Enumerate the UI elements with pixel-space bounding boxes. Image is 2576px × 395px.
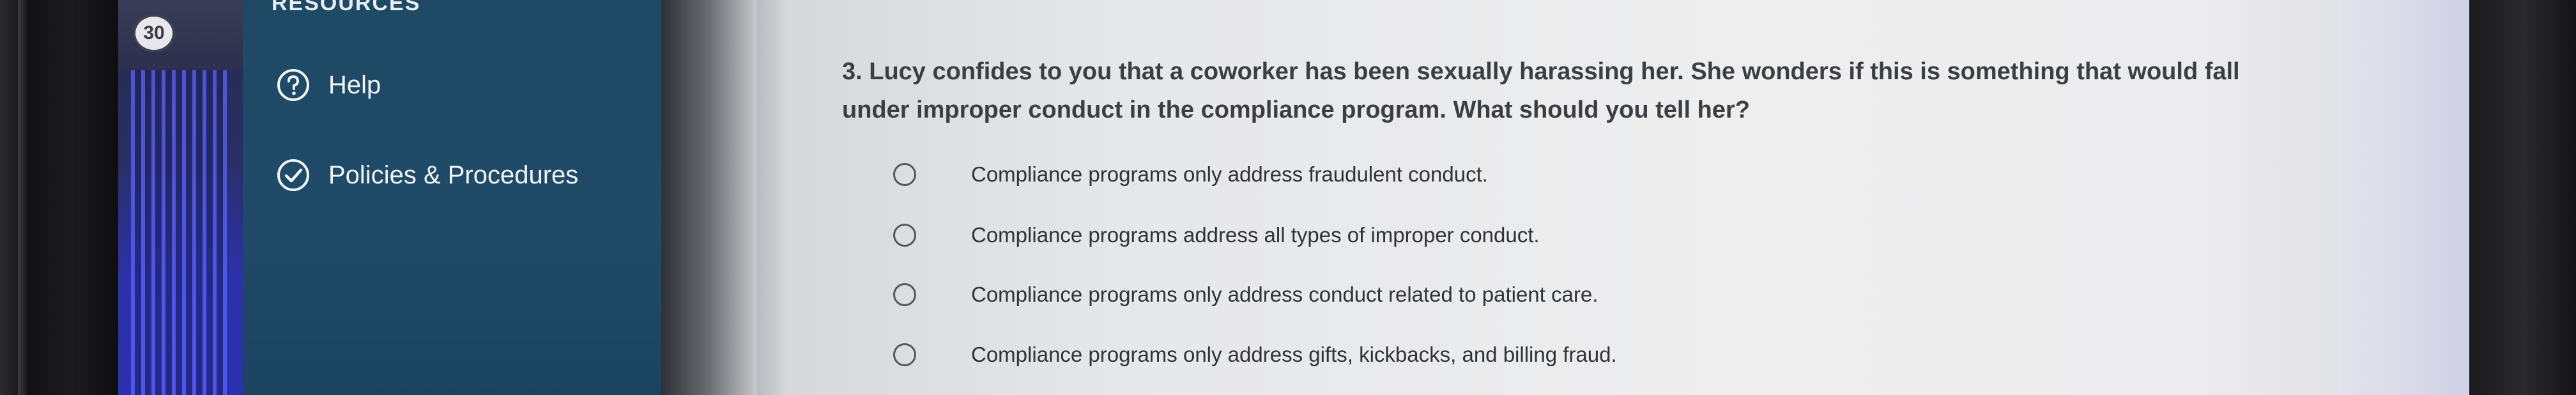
radio-button[interactable] [893, 343, 916, 366]
question-text: 3. Lucy confides to you that a coworker … [842, 58, 2240, 123]
sidebar-item-help[interactable]: Help [276, 68, 381, 102]
left-screen-stripes [131, 70, 227, 395]
resources-sidebar: RESOURCES Help Policies & Procedures [243, 0, 661, 395]
question-circle-icon [276, 68, 310, 102]
sidebar-item-label-policies: Policies & Procedures [328, 160, 579, 189]
answer-option-1[interactable]: Compliance programs only address fraudul… [893, 162, 1488, 187]
screen-right-edge [2338, 0, 2472, 395]
sidebar-item-policies[interactable]: Policies & Procedures [276, 158, 578, 192]
answer-label: Compliance programs only address gifts, … [971, 343, 1617, 366]
bezel-strip [18, 0, 27, 395]
left-screen-area [118, 0, 243, 395]
sidebar-item-label-help: Help [328, 70, 381, 99]
step-badge: 30 [133, 14, 175, 52]
radio-button[interactable] [893, 224, 916, 247]
answer-label: Compliance programs only address conduct… [971, 283, 1598, 306]
monitor-bezel-right [2469, 0, 2576, 395]
answer-option-4[interactable]: Compliance programs only address gifts, … [893, 343, 1617, 367]
sidebar-heading: RESOURCES [272, 0, 421, 15]
answer-option-3[interactable]: Compliance programs only address conduct… [893, 283, 1598, 307]
radio-button[interactable] [893, 283, 916, 306]
answer-label: Compliance programs address all types of… [971, 223, 1540, 247]
radio-button[interactable] [893, 163, 916, 186]
panel-gutter [661, 0, 757, 395]
answer-option-2[interactable]: Compliance programs address all types of… [893, 223, 1540, 247]
check-circle-icon [276, 158, 310, 192]
photo-frame: 30 RESOURCES Help Policies & Procedures [0, 0, 2576, 395]
answer-label: Compliance programs only address fraudul… [971, 162, 1488, 186]
